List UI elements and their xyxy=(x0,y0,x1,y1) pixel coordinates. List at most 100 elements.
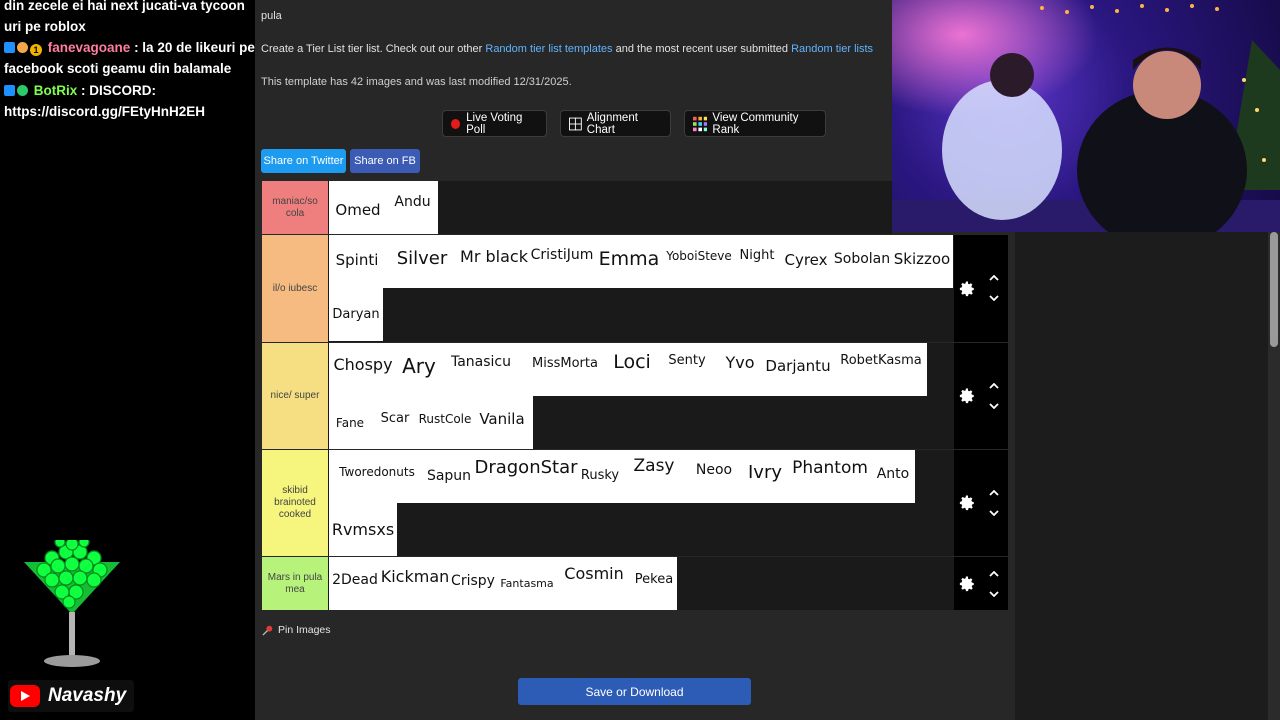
tier-label[interactable]: il/o iubesc xyxy=(262,235,328,342)
pushpin-icon xyxy=(262,625,273,636)
scrollbar-thumb[interactable] xyxy=(1270,232,1278,347)
tier-item[interactable]: Chospy xyxy=(329,343,397,396)
chat-username: BotRix xyxy=(33,83,78,98)
color-grid-icon xyxy=(693,116,708,131)
tier-label[interactable]: Mars in pula mea xyxy=(262,557,328,610)
chat-message-text: : la 20 de likeuri pe facebook scoti gea… xyxy=(4,40,255,76)
tier-item-label: YoboiSteve xyxy=(666,248,732,263)
tier-item-label: Vanila xyxy=(479,409,525,428)
tier-item[interactable]: CristiJum xyxy=(529,235,595,288)
youtube-channel-name: Navashy xyxy=(48,685,127,706)
tier-item-label: RobetKasma xyxy=(840,353,922,368)
tier-item[interactable]: Rusky xyxy=(579,450,621,503)
tier-item[interactable]: RobetKasma xyxy=(835,343,927,396)
tier-row: Mars in pula mea 2Dead Kickman Crispy Fanta… xyxy=(262,557,954,610)
tier-item[interactable]: Cosmin xyxy=(557,557,631,610)
tier-item[interactable]: Sobolan xyxy=(833,235,891,288)
live-voting-label: Live Voting Poll xyxy=(466,111,523,136)
tier-item[interactable]: Night xyxy=(735,235,779,288)
gear-icon[interactable] xyxy=(958,575,976,593)
move-down-icon[interactable] xyxy=(989,591,999,597)
tier-item[interactable]: Andu xyxy=(387,181,438,234)
tier-item[interactable]: Daryan xyxy=(329,288,383,341)
tier-item[interactable]: Spinti xyxy=(329,235,385,288)
tier-label[interactable]: nice/ super xyxy=(262,343,328,449)
live-voting-poll-button[interactable]: Live Voting Poll xyxy=(442,110,547,137)
move-down-icon[interactable] xyxy=(989,510,999,516)
tier-item[interactable]: Ary xyxy=(397,343,441,396)
tier-item[interactable]: Scar xyxy=(371,396,419,449)
move-down-icon[interactable] xyxy=(989,295,999,301)
template-info: This template has 42 images and was last… xyxy=(261,76,572,88)
tier-item[interactable]: DragonStar xyxy=(473,450,579,503)
tier-item[interactable]: Mr black xyxy=(459,235,529,288)
tier-item-label: Andu xyxy=(394,193,431,210)
tier-item[interactable]: Neoo xyxy=(687,450,741,503)
tier-label[interactable]: skibid brainoted cooked xyxy=(262,450,328,556)
share-fb-button[interactable]: Share on FB xyxy=(350,149,420,173)
tier-item-label: Darjantu xyxy=(765,356,831,375)
scrollbar[interactable] xyxy=(1268,232,1280,720)
tier-label[interactable]: maniac/so cola xyxy=(262,181,328,234)
tier-item[interactable]: Omed xyxy=(329,181,387,234)
tier-item[interactable]: Vanila xyxy=(471,396,533,449)
tier-item[interactable]: Darjantu xyxy=(761,343,835,396)
tier-item[interactable]: Cyrex xyxy=(779,235,833,288)
tier-item[interactable]: Fane xyxy=(329,396,371,449)
tier-item-label: Skizzoo xyxy=(893,249,951,268)
subscriber-badge-icon xyxy=(17,42,28,53)
tier-item[interactable]: Fantasma xyxy=(497,557,557,610)
pin-images-toggle[interactable]: Pin Images xyxy=(262,624,331,636)
youtube-channel-badge: Navashy xyxy=(8,680,135,712)
tier-item[interactable]: Kickman xyxy=(381,557,449,610)
gear-icon[interactable] xyxy=(958,280,976,298)
tier-item[interactable]: RustCole xyxy=(419,396,471,449)
tier-item[interactable]: Skizzoo xyxy=(891,235,953,288)
move-down-icon[interactable] xyxy=(989,403,999,409)
tier-row: skibid brainoted cooked Tworedonuts Sapun… xyxy=(262,450,954,556)
random-templates-link[interactable]: Random tier list templates xyxy=(485,43,612,55)
tier-item[interactable]: Sapun xyxy=(425,450,473,503)
tier-item[interactable]: YoboiSteve xyxy=(663,235,735,288)
tier-item[interactable]: Silver xyxy=(385,235,459,288)
chat-username: fanevagoane xyxy=(47,40,131,55)
tier-row: il/o iubesc Spinti Silver Mr black CristiJu… xyxy=(262,235,954,342)
tier-item[interactable]: Yvo xyxy=(719,343,761,396)
tier-item[interactable]: Zasy xyxy=(621,450,687,503)
move-up-icon[interactable] xyxy=(989,490,999,496)
tier-item[interactable]: Pekea xyxy=(631,557,677,610)
tier-item[interactable]: Ivry xyxy=(741,450,789,503)
tier-item[interactable]: Tworedonuts xyxy=(329,450,425,503)
tier-item[interactable]: Tanasicu xyxy=(441,343,521,396)
random-tier-lists-link[interactable]: Random tier lists xyxy=(791,43,873,55)
gear-icon[interactable] xyxy=(958,387,976,405)
tier-item[interactable]: Senty xyxy=(655,343,719,396)
tier-item-label: Phantom xyxy=(792,457,868,478)
tier-item[interactable]: 2Dead xyxy=(329,557,381,610)
tier-item-label: 2Dead xyxy=(332,571,378,588)
tier-item[interactable]: Rvmsxs xyxy=(329,503,397,556)
record-dot-icon xyxy=(451,118,461,129)
tier-item[interactable]: Emma xyxy=(595,235,663,288)
tier-item[interactable]: Phantom xyxy=(789,450,871,503)
alignment-chart-button[interactable]: Alignment Chart xyxy=(560,110,671,137)
tier-item-label: Fane xyxy=(335,415,365,430)
move-up-icon[interactable] xyxy=(989,383,999,389)
tier-item[interactable]: Crispy xyxy=(449,557,497,610)
tier-item-label: MissMorta xyxy=(532,356,598,371)
gear-icon[interactable] xyxy=(958,494,976,512)
view-community-rank-button[interactable]: View Community Rank xyxy=(684,110,826,137)
tier-item-label: Ary xyxy=(402,353,436,378)
tier-controls xyxy=(954,450,1008,556)
tier-controls xyxy=(954,557,1008,610)
tier-item[interactable]: Loci xyxy=(609,343,655,396)
tier-item-label: Mr black xyxy=(460,247,528,266)
tier-item[interactable]: Anto xyxy=(871,450,915,503)
share-twitter-button[interactable]: Share on Twitter xyxy=(261,149,346,173)
tier-item-label: Zasy xyxy=(633,455,675,476)
grid-icon xyxy=(569,117,582,130)
move-up-icon[interactable] xyxy=(989,571,999,577)
move-up-icon[interactable] xyxy=(989,275,999,281)
save-or-download-button[interactable]: Save or Download xyxy=(518,678,751,705)
tier-item[interactable]: MissMorta xyxy=(521,343,609,396)
